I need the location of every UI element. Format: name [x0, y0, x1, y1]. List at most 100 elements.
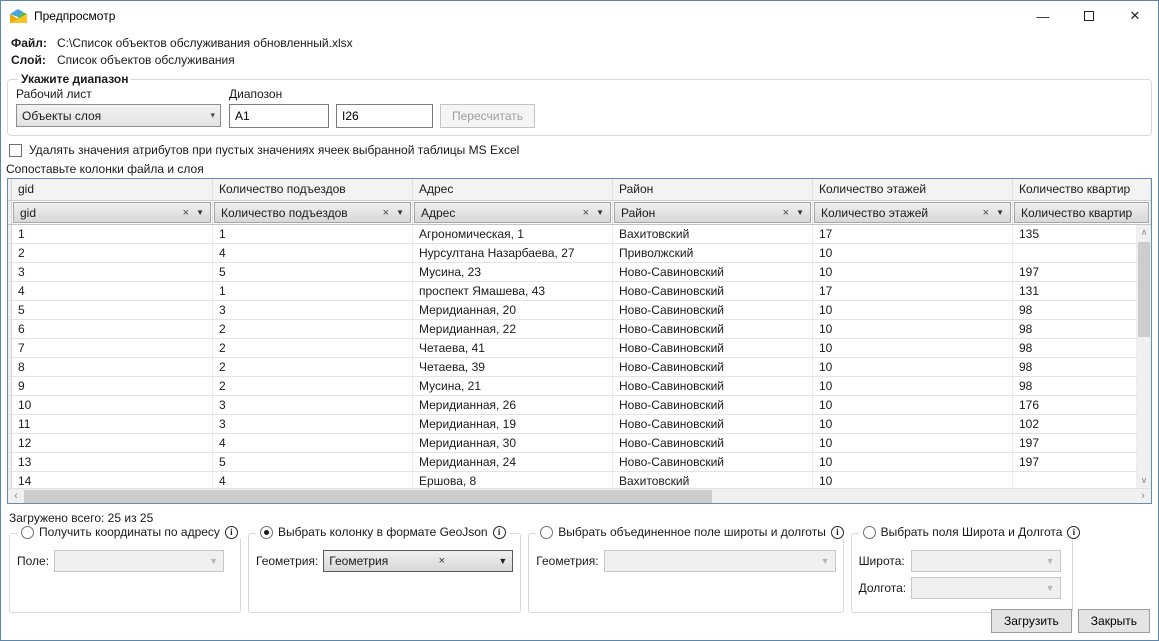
geo-field-value: Геометрия [329, 554, 388, 568]
info-icon[interactable]: i [225, 526, 238, 539]
table-cell: 10 [813, 434, 1013, 452]
maximize-icon [1084, 11, 1094, 21]
table-cell: Меридианная, 22 [413, 320, 613, 338]
range-to-input[interactable] [336, 104, 433, 128]
file-column-header: gid [12, 179, 213, 200]
geo-field-select[interactable]: ▼ [911, 550, 1061, 572]
maximize-button[interactable] [1066, 1, 1112, 31]
table-row[interactable]: 62Меридианная, 22Ново-Савиновский1098 [8, 320, 1137, 339]
table-cell: 10 [813, 263, 1013, 281]
minimize-button[interactable]: — [1020, 1, 1066, 31]
geo-option-radio[interactable] [863, 526, 876, 539]
footer: Загрузить Закрыть [991, 609, 1150, 633]
horizontal-scroll-thumb[interactable] [24, 490, 712, 503]
scroll-right-icon[interactable]: › [1135, 489, 1151, 503]
vertical-scroll-thumb[interactable] [1138, 242, 1150, 337]
table-row[interactable]: 11Агрономическая, 1Вахитовский17135 [8, 225, 1137, 244]
table-row[interactable]: 113Меридианная, 19Ново-Савиновский10102 [8, 415, 1137, 434]
scroll-left-icon[interactable]: ‹ [8, 489, 24, 503]
geo-field-row: Геометрия:▼ [536, 550, 835, 572]
chevron-down-icon[interactable]: ▼ [196, 208, 204, 217]
geo-option-radio[interactable] [21, 526, 34, 539]
mapping-cell: Адрес×▼ [413, 201, 613, 224]
geo-field-select[interactable]: ▼ [911, 577, 1061, 599]
mapping-combo[interactable]: Район×▼ [614, 202, 811, 223]
remove-empty-values-checkbox[interactable] [9, 144, 22, 157]
mapping-combo[interactable]: gid×▼ [13, 202, 211, 223]
geo-field-label: Поле: [17, 554, 49, 568]
table-row[interactable]: 92Мусина, 21Ново-Савиновский1098 [8, 377, 1137, 396]
table-row[interactable]: 103Меридианная, 26Ново-Савиновский10176 [8, 396, 1137, 415]
table-cell: 2 [213, 320, 413, 338]
chevron-down-icon[interactable]: ▼ [796, 208, 804, 217]
chevron-down-icon[interactable]: ▼ [996, 208, 1004, 217]
table-cell: 6 [12, 320, 213, 338]
recalculate-button[interactable]: Пересчитать [440, 104, 535, 128]
mapping-cell: Количество этажей×▼ [813, 201, 1013, 224]
table-cell: 2 [213, 377, 413, 395]
table-cell: 4 [213, 472, 413, 488]
geo-option-header: Выбрать объединенное поле широты и долго… [536, 525, 848, 539]
horizontal-scrollbar[interactable]: ‹ › [8, 488, 1151, 503]
mapping-combo[interactable]: Количество этажей×▼ [814, 202, 1011, 223]
scroll-down-icon[interactable]: ∨ [1137, 473, 1151, 488]
geo-field-select[interactable]: ▼ [604, 550, 836, 572]
clear-icon[interactable]: × [779, 207, 796, 219]
table-cell: Ново-Савиновский [613, 415, 813, 433]
table-cell: 17 [813, 282, 1013, 300]
clear-icon[interactable]: × [979, 207, 996, 219]
clear-icon[interactable]: × [179, 207, 196, 219]
window-controls: — ✕ [1020, 1, 1158, 31]
table-cell: Ново-Савиновский [613, 453, 813, 471]
geo-option-radio[interactable] [260, 526, 273, 539]
table-cell: 3 [213, 301, 413, 319]
table-row[interactable]: 144Ершова, 8Вахитовский10 [8, 472, 1137, 488]
mapping-combo[interactable]: Количество квартир×▼ [1014, 202, 1149, 223]
info-icon[interactable]: i [831, 526, 844, 539]
table-row[interactable]: 24Нурсултана Назарбаева, 27Приволжский10 [8, 244, 1137, 263]
close-icon: ✕ [1130, 8, 1141, 24]
map-columns-label: Сопоставьте колонки файла и слоя [6, 162, 1158, 176]
clear-icon[interactable]: × [435, 555, 452, 567]
file-columns-row: gidКоличество подъездовАдресРайонКоличес… [8, 179, 1151, 201]
info-icon[interactable]: i [1067, 526, 1080, 539]
geo-option-radio[interactable] [540, 526, 553, 539]
scroll-up-icon[interactable]: ∧ [1137, 225, 1151, 240]
table-cell: Ершова, 8 [413, 472, 613, 488]
table-row[interactable]: 82Четаева, 39Ново-Савиновский1098 [8, 358, 1137, 377]
table-cell: 8 [12, 358, 213, 376]
info-icon[interactable]: i [493, 526, 506, 539]
table-cell [1013, 472, 1137, 488]
table-cell: 176 [1013, 396, 1137, 414]
close-button[interactable]: ✕ [1112, 1, 1158, 31]
range-from-input[interactable] [229, 104, 329, 128]
chevron-down-icon[interactable]: ▼ [396, 208, 404, 217]
table-cell: 2 [12, 244, 213, 262]
titlebar: Предпросмотр — ✕ [1, 1, 1158, 31]
worksheet-select[interactable]: Объекты слоя ▾ [16, 104, 221, 127]
table-cell: проспект Ямашева, 43 [413, 282, 613, 300]
load-button[interactable]: Загрузить [991, 609, 1072, 633]
table-row[interactable]: 72Четаева, 41Ново-Савиновский1098 [8, 339, 1137, 358]
clear-icon[interactable]: × [379, 207, 396, 219]
worksheet-label: Рабочий лист [16, 87, 221, 101]
table-row[interactable]: 53Меридианная, 20Ново-Савиновский1098 [8, 301, 1137, 320]
table-cell: 3 [213, 396, 413, 414]
geo-field-select[interactable]: ▼ [54, 550, 224, 572]
chevron-down-icon[interactable]: ▼ [596, 208, 604, 217]
geo-field-label: Геометрия: [256, 554, 318, 568]
table-cell: Ново-Савиновский [613, 320, 813, 338]
table-row[interactable]: 124Меридианная, 30Ново-Савиновский10197 [8, 434, 1137, 453]
mapping-combo[interactable]: Адрес×▼ [414, 202, 611, 223]
table-row[interactable]: 41проспект Ямашева, 43Ново-Савиновский17… [8, 282, 1137, 301]
table-cell: 17 [813, 225, 1013, 243]
geo-field-select[interactable]: Геометрия × ▼ [323, 550, 513, 572]
close-dialog-button[interactable]: Закрыть [1078, 609, 1150, 633]
vertical-scrollbar[interactable]: ∧ ∨ [1137, 225, 1151, 488]
table-row[interactable]: 35Мусина, 23Ново-Савиновский10197 [8, 263, 1137, 282]
chevron-down-icon[interactable]: ▼ [498, 556, 507, 566]
range-label: Диапозон [229, 87, 535, 101]
mapping-combo[interactable]: Количество подъездов×▼ [214, 202, 411, 223]
clear-icon[interactable]: × [579, 207, 596, 219]
table-row[interactable]: 135Меридианная, 24Ново-Савиновский10197 [8, 453, 1137, 472]
